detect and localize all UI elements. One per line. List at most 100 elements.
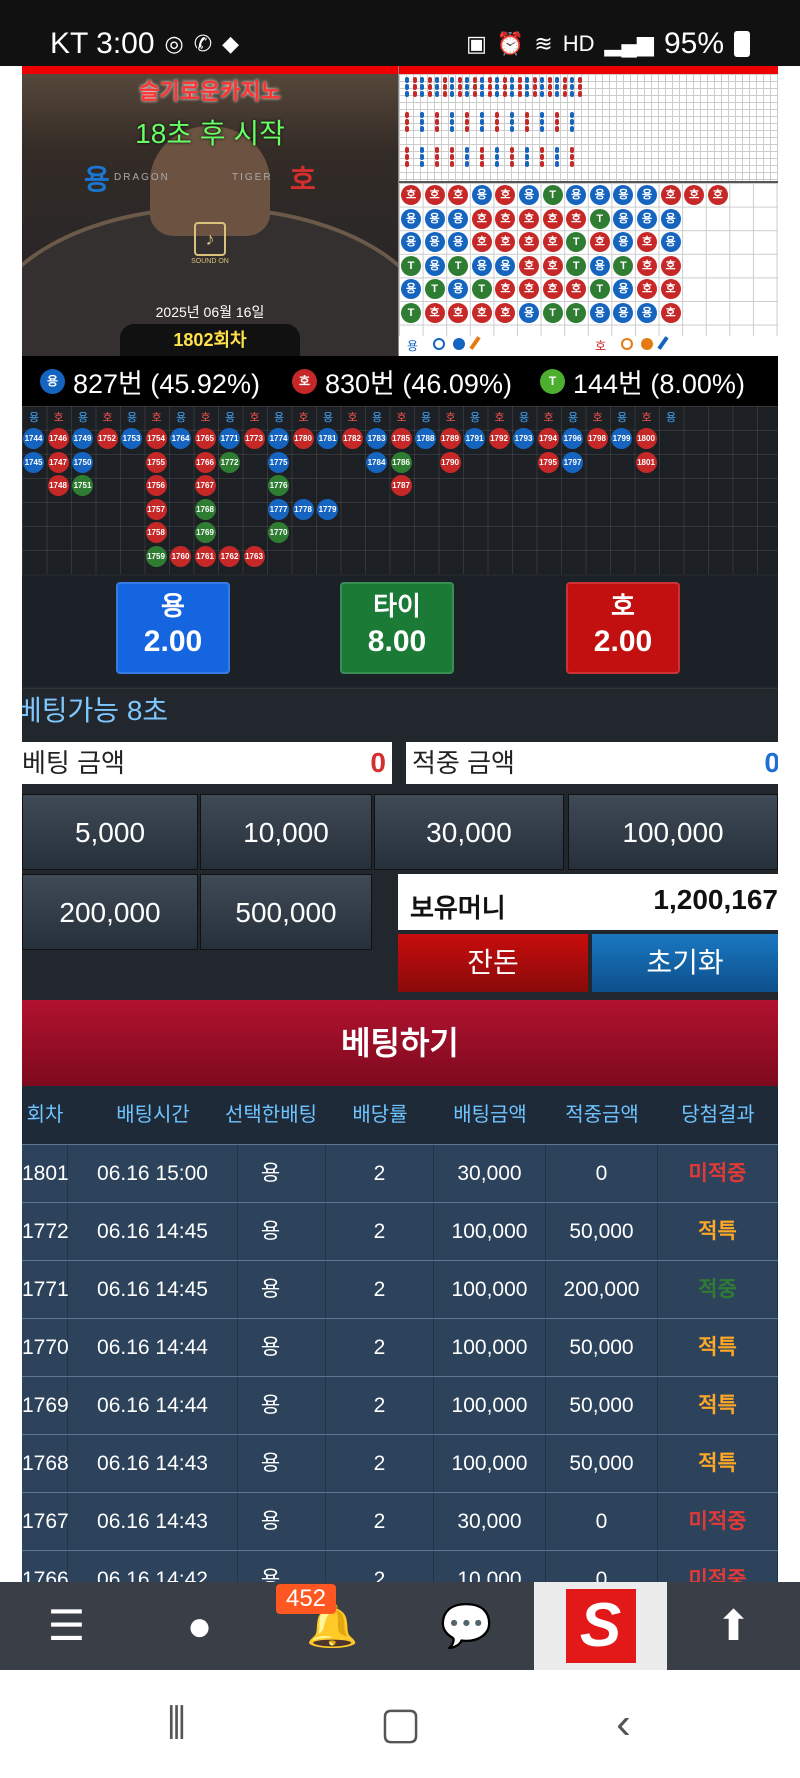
history-header-cell: 용	[616, 412, 628, 424]
road-mark	[570, 147, 574, 153]
bead-cell: T	[448, 255, 469, 276]
road-mark	[480, 91, 484, 97]
bead-cell: 용	[401, 279, 421, 300]
bet-option-name: 용	[161, 591, 185, 621]
road-mark	[555, 161, 559, 167]
road-mark	[555, 112, 559, 118]
bead-cell: 호	[401, 185, 421, 205]
tie-stat-icon: T	[540, 368, 565, 394]
table-cell: 0	[546, 1493, 658, 1551]
table-header-cell: 적중금액	[565, 1104, 639, 1126]
road-mark	[577, 84, 582, 90]
road-mark	[405, 126, 409, 132]
road-mark	[465, 154, 469, 160]
road-mark	[510, 84, 514, 90]
bead-cell: 호	[495, 232, 516, 253]
place-bet-button[interactable]: 베팅하기	[22, 1000, 778, 1086]
chip-button[interactable]: 100,000	[568, 794, 778, 870]
bead-cell: 호	[637, 279, 657, 300]
logo-icon: S	[565, 1589, 636, 1663]
bead-cell: 호	[637, 232, 657, 253]
road-mark	[405, 147, 409, 153]
site-logo[interactable]: S	[534, 1582, 667, 1670]
bead-cell: 용	[589, 303, 610, 323]
user-icon[interactable]: ●	[133, 1582, 266, 1670]
road-mark	[420, 84, 424, 90]
road-mark	[450, 161, 454, 167]
casino-title: 슬기로운카지노	[139, 79, 281, 104]
history-bead: 1770	[268, 522, 289, 543]
balance-value: 1,200,167	[653, 884, 778, 915]
history-header-cell: 호	[347, 412, 358, 424]
chip-button[interactable]: 500,000	[200, 874, 372, 950]
chip-button[interactable]: 200,000	[22, 874, 198, 950]
table-row: 1766 06.16 14:42 용 2 10,000 0 미적중	[22, 1550, 778, 1582]
history-header-cell: 호	[200, 412, 211, 424]
road-mark	[510, 154, 514, 160]
live-video[interactable]: 슬기로운카지노 18초 후 시작 용 호 DRAGON TIGER ♪ SOUN…	[22, 66, 398, 356]
arrow-up-icon[interactable]: ⬆	[667, 1582, 800, 1670]
bet-option-button[interactable]: 호 2.00	[566, 582, 680, 674]
road-mark	[502, 91, 507, 97]
road-mark	[450, 77, 454, 83]
road-mark	[420, 154, 424, 160]
history-bead: 1785	[390, 428, 412, 449]
table-cell: 06.16 14:44	[68, 1377, 238, 1435]
road-mark	[480, 84, 484, 90]
change-button[interactable]: 잔돈	[398, 934, 588, 992]
dragon-stat-value: 827번 (45.92%)	[73, 368, 260, 399]
dragon-sub-label: DRAGON	[114, 172, 170, 183]
history-bead: 1772	[219, 451, 240, 473]
chip-button[interactable]: 10,000	[200, 794, 372, 870]
road-mark	[517, 91, 522, 97]
predict-dot-icon	[641, 338, 653, 350]
bet-option-button[interactable]: 타이 8.00	[340, 582, 454, 674]
bet-option-button[interactable]: 용 2.00	[116, 582, 230, 674]
carrier-time: KT 3:00	[50, 27, 155, 60]
tie-stat: T 144번 (8.00%)	[540, 362, 745, 401]
chat-icon[interactable]: 💬	[400, 1582, 533, 1670]
road-mark	[555, 119, 559, 125]
road-mark	[555, 147, 559, 153]
tiger-stat-icon: 호	[292, 368, 317, 394]
sound-label: SOUND ON	[191, 258, 229, 265]
bead-cell: 용	[613, 232, 634, 253]
bottom-nav: ☰ ● 🔔 452 💬 S ⬆	[0, 1582, 800, 1670]
bet-amount-box: 베팅 금액 0	[22, 742, 392, 784]
history-bead: 1755	[145, 451, 167, 473]
bead-cell: 용	[613, 303, 634, 323]
recent-apps-icon[interactable]: ⦀	[110, 1670, 243, 1778]
lock-icon: ▣	[466, 31, 487, 56]
table-row: 1770 06.16 14:44 용 2 100,000 50,000 적특	[22, 1318, 778, 1377]
chrome-icon: ◎	[164, 31, 184, 56]
table-cell: 1771	[22, 1261, 69, 1319]
back-icon[interactable]: ‹	[557, 1670, 690, 1778]
history-bead: 1762	[219, 545, 240, 567]
road-mark	[465, 91, 469, 97]
road-mark	[540, 161, 544, 167]
sound-icon[interactable]: ♪	[194, 222, 226, 256]
table-row: 1768 06.16 14:43 용 2 100,000 50,000 적특	[22, 1434, 778, 1493]
bead-cell: 호	[542, 279, 563, 300]
history-bead: 1754	[145, 428, 167, 449]
road-mark	[540, 84, 544, 90]
road-mark	[420, 77, 424, 83]
history-bead: 1786	[390, 451, 412, 473]
game-page: 슬기로운카지노 18초 후 시작 용 호 DRAGON TIGER ♪ SOUN…	[22, 66, 778, 1582]
history-header-cell: 용	[469, 412, 481, 424]
reset-button[interactable]: 초기화	[592, 934, 778, 992]
road-mark	[532, 84, 537, 90]
road-mark	[412, 91, 417, 97]
bead-cell: 용	[660, 232, 681, 253]
road-mark	[442, 91, 447, 97]
chip-button[interactable]: 30,000	[374, 794, 564, 870]
history-header-cell: 호	[543, 412, 554, 424]
road-mark	[420, 161, 424, 167]
road-mark	[457, 77, 462, 83]
chip-button[interactable]: 5,000	[22, 794, 198, 870]
predict-slash-icon	[469, 336, 481, 350]
menu-icon[interactable]: ☰	[0, 1582, 133, 1670]
table-cell: 적특	[658, 1377, 778, 1435]
home-icon[interactable]: ▢	[334, 1670, 467, 1778]
road-mark	[412, 77, 417, 83]
